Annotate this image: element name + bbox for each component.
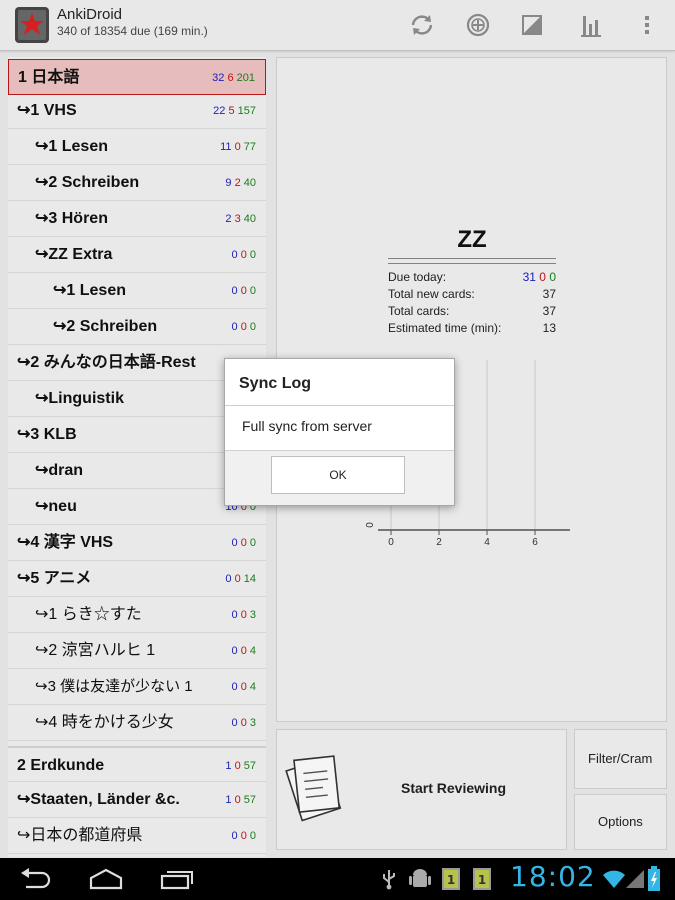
add-icon[interactable] [461, 8, 495, 42]
svg-text:1: 1 [447, 873, 455, 887]
status-clock: 18:02 [510, 860, 596, 893]
signal-icon [626, 870, 644, 888]
notification-1-icon: 1 [442, 868, 460, 890]
wifi-icon [603, 870, 625, 888]
dialog-divider [225, 405, 454, 406]
action-bar: AnkiDroid 340 of 18354 due (169 min.) [0, 0, 675, 51]
dialog-title: Sync Log [239, 375, 312, 392]
home-icon[interactable] [88, 868, 124, 890]
svg-text:1: 1 [478, 873, 486, 887]
overflow-menu-icon[interactable] [630, 8, 664, 42]
android-debug-icon [409, 869, 431, 887]
dialog-divider [225, 450, 454, 451]
battery-icon [648, 866, 660, 891]
back-icon[interactable] [18, 868, 52, 890]
recent-apps-icon[interactable] [160, 868, 194, 890]
due-summary: 340 of 18354 due (169 min.) [57, 24, 208, 38]
app-title: AnkiDroid [57, 6, 123, 23]
stats-icon[interactable] [574, 8, 608, 42]
browser-icon[interactable] [515, 8, 549, 42]
dialog-message: Full sync from server [242, 418, 372, 434]
notification-1-icon: 1 [473, 868, 491, 890]
ok-button[interactable]: OK [271, 456, 405, 494]
sync-icon[interactable] [405, 8, 439, 42]
usb-icon [383, 870, 395, 890]
ankidroid-logo-icon[interactable] [14, 6, 50, 44]
sync-log-dialog: Sync Log Full sync from server OK [224, 358, 455, 506]
